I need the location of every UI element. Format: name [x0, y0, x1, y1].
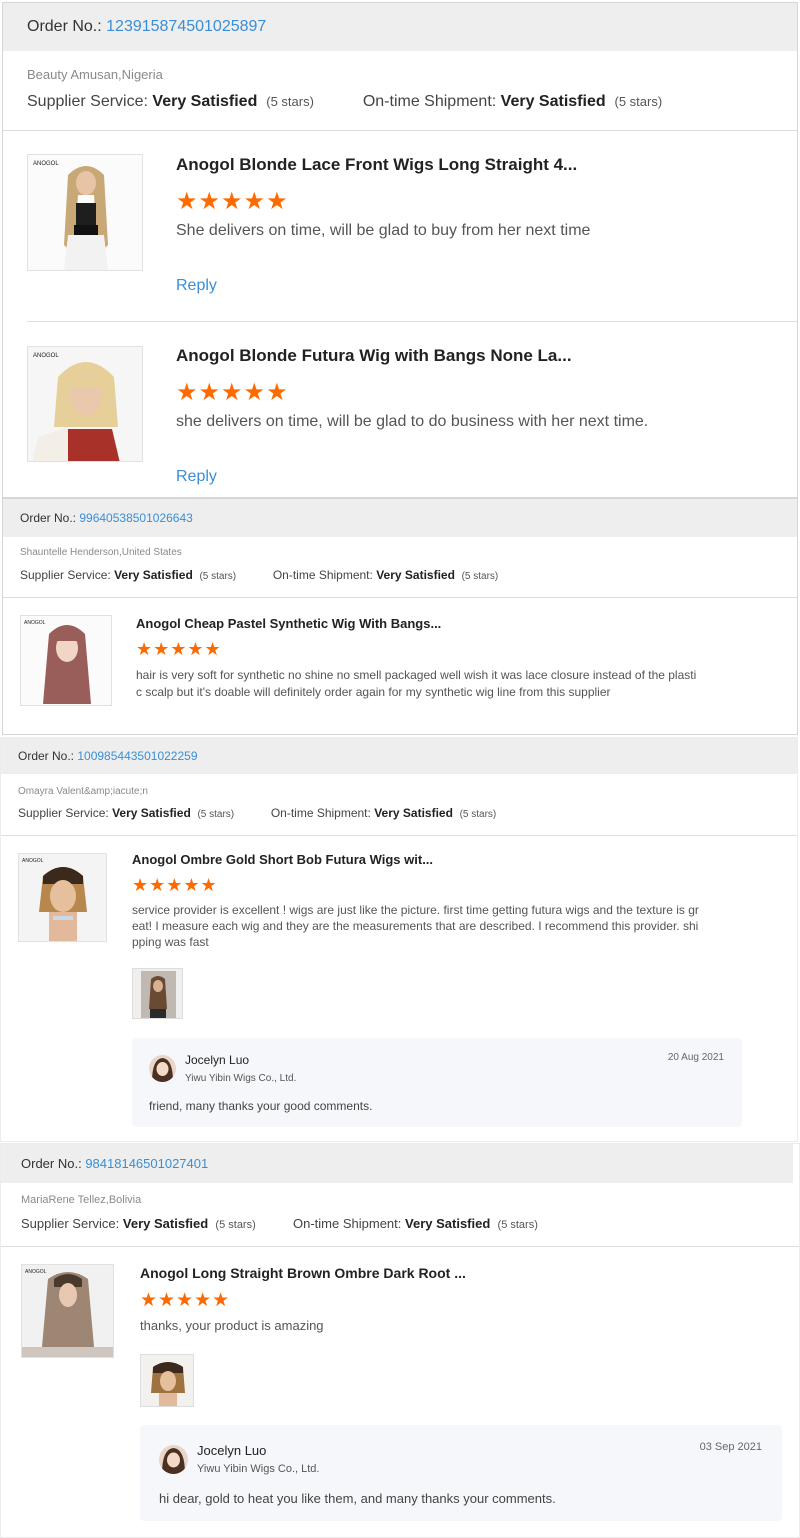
product-thumbnail[interactable]: ANOGOL — [20, 615, 112, 706]
divider — [3, 130, 797, 131]
divider — [27, 321, 797, 322]
seller-company: Yiwu Yibin Wigs Co., Ltd. — [197, 1463, 320, 1475]
buyer-name: MariaRene Tellez,Bolivia — [21, 1194, 142, 1206]
product-thumbnail[interactable]: ANOGOL — [18, 853, 107, 942]
product-thumbnail[interactable]: ANOGOL — [21, 1264, 114, 1358]
order-number: Order No.: 123915874501025897 — [27, 18, 267, 35]
seller-reply: Jocelyn Luo Yiwu Yibin Wigs Co., Ltd. 20… — [132, 1038, 742, 1127]
blonde-bangs-wig-image: ANOGOL — [28, 347, 142, 461]
avatar — [149, 1055, 176, 1082]
reply-date: 20 Aug 2021 — [667, 1052, 724, 1063]
avatar — [159, 1445, 188, 1474]
seller-reply: Jocelyn Luo Yiwu Yibin Wigs Co., Ltd. 03… — [140, 1425, 782, 1521]
seller-name: Jocelyn Luo — [197, 1443, 267, 1458]
product-title[interactable]: Anogol Ombre Gold Short Bob Futura Wigs … — [132, 852, 433, 867]
star-rating: ★★★★★ — [176, 379, 289, 406]
seller-reply-text: friend, many thanks your good comments. — [149, 1099, 373, 1113]
service-ratings: Supplier Service: Very Satisfied (5 star… — [27, 93, 663, 110]
review-text: service provider is excellent ! wigs are… — [132, 903, 699, 949]
order-block: Order No.: 98418146501027401 MariaRene T… — [0, 1143, 800, 1538]
blonde-long-wig-image: ANOGOL — [28, 155, 142, 270]
order-number-link[interactable]: 123915874501025897 — [106, 18, 266, 35]
star-rating: ★★★★★ — [176, 188, 289, 215]
order-number: Order No.: 100985443501022259 — [18, 749, 198, 763]
seller-reply-text: hi dear, gold to heat you like them, and… — [159, 1491, 556, 1506]
review-text: she delivers on time, will be glad to do… — [176, 413, 649, 430]
order-block: Order No.: 123915874501025897 Beauty Amu… — [2, 2, 798, 498]
service-ratings: Supplier Service: Very Satisfied (5 star… — [21, 1216, 538, 1231]
ombre-bob-wig-image: ANOGOL — [19, 854, 106, 941]
reply-link[interactable]: Reply — [176, 277, 217, 295]
service-ratings: Supplier Service: Very Satisfied (5 star… — [18, 806, 497, 820]
buyer-name: Shauntelle Henderson,United States — [20, 547, 182, 558]
star-rating: ★★★★★ — [136, 639, 222, 659]
product-title[interactable]: Anogol Blonde Lace Front Wigs Long Strai… — [176, 155, 577, 175]
buyer-name: Beauty Amusan,Nigeria — [27, 67, 163, 82]
customer-photo — [133, 969, 182, 1018]
review-text: She delivers on time, will be glad to bu… — [176, 222, 591, 239]
order-number-link[interactable]: 98418146501027401 — [85, 1156, 208, 1171]
product-title[interactable]: Anogol Long Straight Brown Ombre Dark Ro… — [140, 1265, 466, 1281]
reply-date: 03 Sep 2021 — [699, 1441, 762, 1453]
review-photo[interactable] — [132, 968, 183, 1019]
order-number: Order No.: 99640538501026643 — [20, 511, 193, 525]
seller-company: Yiwu Yibin Wigs Co., Ltd. — [185, 1073, 297, 1084]
divider — [3, 597, 797, 598]
product-thumbnail[interactable]: ANOGOL — [27, 346, 143, 462]
order-block: Order No.: 100985443501022259 Omayra Val… — [0, 737, 798, 1142]
pastel-wig-image: ANOGOL — [21, 616, 111, 705]
svg-text:ANOGOL: ANOGOL — [33, 161, 59, 167]
svg-text:ANOGOL: ANOGOL — [25, 1269, 47, 1275]
reply-link[interactable]: Reply — [176, 468, 217, 486]
product-thumbnail[interactable]: ANOGOL — [27, 154, 143, 271]
product-title[interactable]: Anogol Blonde Futura Wig with Bangs None… — [176, 346, 572, 366]
order-block: Order No.: 99640538501026643 Shauntelle … — [2, 498, 798, 735]
order-number-link[interactable]: 100985443501022259 — [77, 749, 197, 763]
order-number-link[interactable]: 99640538501026643 — [79, 511, 192, 525]
order-number: Order No.: 98418146501027401 — [21, 1156, 209, 1171]
seller-name: Jocelyn Luo — [185, 1053, 250, 1067]
star-rating: ★★★★★ — [140, 1290, 231, 1311]
svg-text:ANOGOL: ANOGOL — [33, 353, 59, 359]
star-rating: ★★★★★ — [132, 875, 218, 895]
review-text: hair is very soft for synthetic no shine… — [136, 668, 697, 699]
divider — [1, 835, 797, 836]
svg-text:ANOGOL: ANOGOL — [24, 620, 46, 626]
svg-text:ANOGOL: ANOGOL — [22, 858, 44, 864]
divider — [1, 1246, 799, 1247]
review-photo[interactable] — [140, 1354, 194, 1407]
product-title[interactable]: Anogol Cheap Pastel Synthetic Wig With B… — [136, 616, 441, 631]
brown-ombre-wig-image: ANOGOL — [22, 1265, 113, 1357]
customer-photo — [141, 1355, 193, 1406]
review-text: thanks, your product is amazing — [140, 1318, 324, 1333]
buyer-name: Omayra Valent&amp;iacute;n — [18, 786, 148, 797]
service-ratings: Supplier Service: Very Satisfied (5 star… — [20, 568, 499, 582]
